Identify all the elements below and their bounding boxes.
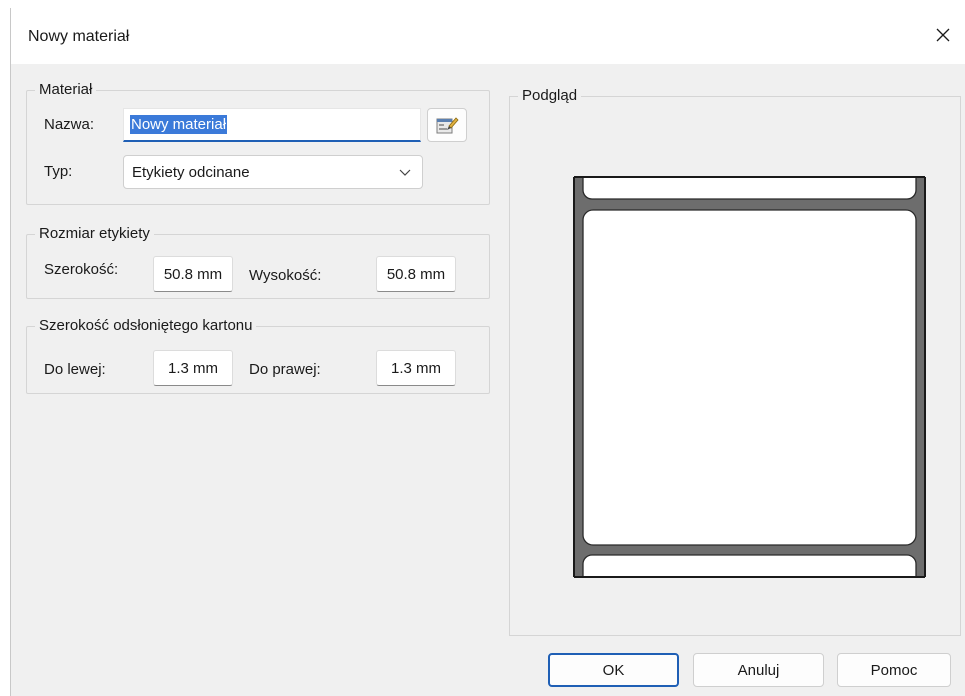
close-icon [936,28,950,42]
type-select[interactable]: Etykiety odcinane [123,155,423,189]
right-label: Do prawej: [249,361,321,378]
preview-group: Podgląd [509,87,961,636]
right-input-value: 1.3 mm [390,359,441,377]
close-button[interactable] [926,20,960,50]
height-input[interactable]: 50.8 mm [376,256,456,292]
type-label: Typ: [44,163,73,180]
cancel-button-label: Anuluj [737,661,780,679]
help-button-label: Pomoc [870,661,918,679]
ok-button[interactable]: OK [548,653,679,687]
help-button[interactable]: Pomoc [837,653,951,687]
material-group-legend: Materiał [35,81,97,99]
width-label: Szerokość: [44,261,119,278]
left-input-value: 1.3 mm [167,359,218,377]
left-label: Do lewej: [44,361,106,378]
height-input-value: 50.8 mm [386,265,446,283]
liner-bottom-cover [572,577,928,597]
type-select-value: Etykiety odcinane [132,163,250,181]
width-input[interactable]: 50.8 mm [153,256,233,292]
width-input-value: 50.8 mm [163,265,223,283]
name-label: Nazwa: [44,116,95,133]
title-bar: Nowy materiał [11,8,965,64]
exposed-liner-group: Szerokość odsłoniętego kartonu Do lewej:… [26,317,490,394]
material-group: Materiał Nazwa: Nowy materiał Typ: Etyki… [26,81,490,205]
height-label: Wysokość: [249,267,322,284]
new-material-dialog: Nowy materiał Materiał Nazwa: Nowy mater… [10,8,965,696]
left-input[interactable]: 1.3 mm [153,350,233,386]
liner-top-cover [572,157,928,177]
exposed-liner-group-legend: Szerokość odsłoniętego kartonu [35,317,257,335]
cancel-button[interactable]: Anuluj [693,653,824,687]
name-input-value: Nowy materiał [130,115,228,134]
label-preview [572,157,928,597]
right-input[interactable]: 1.3 mm [376,350,456,386]
window-title: Nowy materiał [28,28,130,45]
ok-button-label: OK [602,661,625,679]
material-properties-icon [436,117,459,134]
label-size-group: Rozmiar etykiety Szerokość: 50.8 mm Wyso… [26,225,490,299]
chevron-down-icon [399,169,411,176]
name-input[interactable]: Nowy materiał [123,108,421,142]
material-browse-button[interactable] [427,108,467,142]
label-size-group-legend: Rozmiar etykiety [35,225,154,243]
label-main [582,209,917,546]
